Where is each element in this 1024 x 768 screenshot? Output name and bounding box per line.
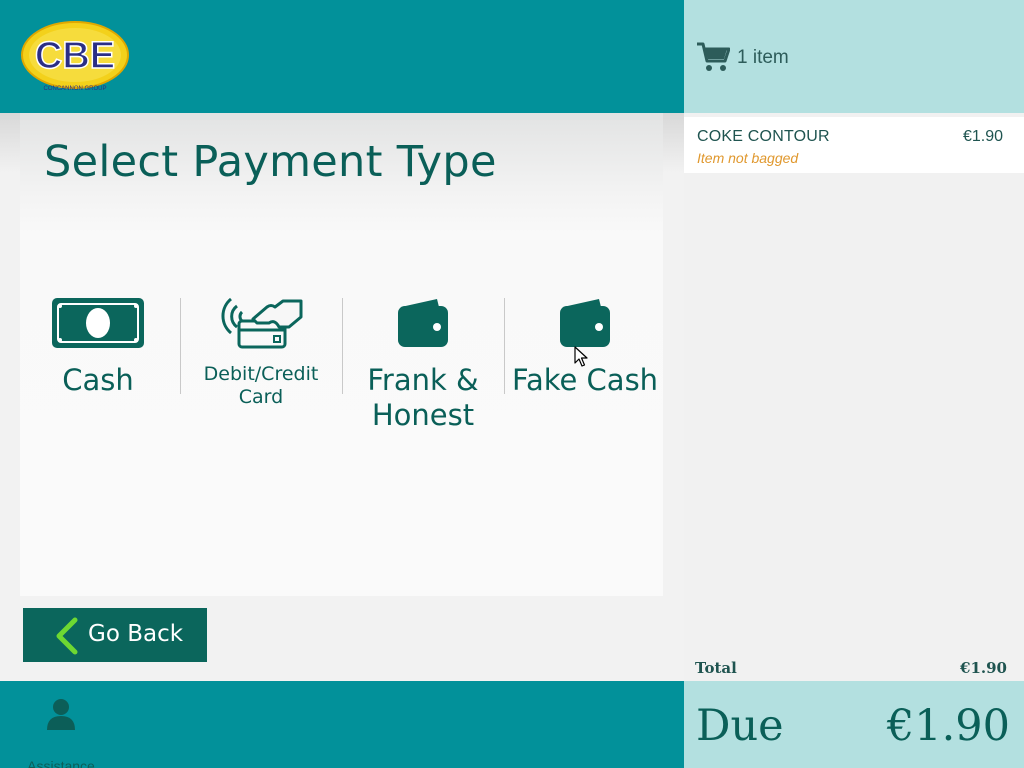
logo-subtext: CONCANNON GROUP [43, 86, 106, 92]
assistance-button[interactable]: Assistance [22, 698, 100, 768]
payment-option-label: Fake Cash [511, 363, 659, 397]
cart-item-status: Item not bagged [697, 150, 799, 166]
payment-option-label: Debit/Credit Card [203, 363, 319, 409]
payment-option-cash[interactable]: Cash [18, 297, 178, 447]
shopping-cart-icon [697, 42, 730, 71]
due-value: €1.90 [886, 701, 1010, 751]
payment-option-fake-cash[interactable]: Fake Cash [505, 297, 665, 447]
amount-due: Due €1.90 [684, 681, 1024, 768]
cart-item-count: 1 item [737, 47, 789, 68]
cart-header: 1 item [684, 0, 1024, 113]
payment-option-card[interactable]: Debit/Credit Card [181, 297, 341, 447]
due-label: Due [696, 701, 784, 751]
cbe-logo: CBE CONCANNON GROUP [21, 21, 129, 92]
total-label: Total [695, 659, 737, 677]
wallet-icon [398, 299, 448, 347]
chevron-left-icon [56, 617, 78, 655]
cart-item-name: COKE CONTOUR [697, 128, 830, 145]
main-area: Select Payment Type Cash Debit/Credit Ca… [0, 113, 684, 681]
mouse-cursor-icon [574, 346, 588, 367]
go-back-label: Go Back [88, 621, 184, 647]
payment-panel: Select Payment Type Cash Debit/Credit Ca… [20, 113, 663, 596]
cart-item-price: €1.90 [962, 128, 1003, 145]
person-icon [47, 699, 75, 730]
payment-option-frank-honest[interactable]: Frank & Honest [343, 297, 503, 447]
payment-option-label: Cash [62, 363, 134, 397]
contactless-card-icon [221, 297, 303, 349]
wallet-icon [560, 299, 610, 347]
header-bar: CBE CONCANNON GROUP [0, 0, 684, 113]
page-title: Select Payment Type [44, 137, 497, 187]
logo-text: CBE [35, 35, 115, 77]
footer-bar: Assistance [0, 681, 684, 768]
cart-item[interactable]: COKE CONTOUR €1.90 Item not bagged [684, 117, 1024, 173]
cart-item-list: COKE CONTOUR €1.90 Item not bagged Total… [684, 113, 1024, 681]
go-back-button[interactable]: Go Back [23, 608, 207, 662]
payment-option-label: Frank & Honest [367, 363, 479, 433]
total-value: €1.90 [960, 659, 1007, 677]
banknote-icon [52, 298, 144, 348]
assistance-label: Assistance [27, 758, 95, 768]
